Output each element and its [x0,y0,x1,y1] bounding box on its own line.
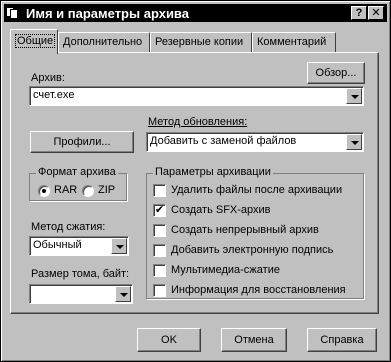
delete-files-label[interactable]: Удалить файлы после архивации [171,184,342,196]
archive-options-title: Параметры архивации [153,166,273,178]
archive-name-value: счет.exe [33,89,75,101]
solid-archive-checkbox[interactable] [153,224,166,237]
help-title-button[interactable]: ? [351,6,367,20]
tab-advanced-label: Дополнительно [63,36,143,48]
tab-general[interactable]: Общие [10,29,58,54]
archive-app-icon [6,6,22,20]
profiles-button[interactable]: Профили... [30,131,134,153]
compression-label: Метод сжатия: [31,221,106,233]
general-tab-panel: Обзор... Архив: счет.exe Профили... Мето… [10,52,379,314]
volume-size-label: Размер тома, байт: [31,268,130,280]
tab-advanced[interactable]: Дополнительно [58,32,150,52]
format-rar-radio[interactable] [38,185,50,197]
tab-comment[interactable]: Комментарий [252,32,336,52]
tab-backup[interactable]: Резервные копии [150,32,252,52]
solid-archive-label[interactable]: Создать непрерывный архив [171,224,319,236]
create-sfx-label[interactable]: Создать SFX-архив [171,204,271,216]
format-zip-label: ZIP [98,184,116,196]
update-method-value: Добавить с заменой файлов [150,135,297,147]
cancel-button[interactable]: Отмена [221,328,287,352]
compression-value: Обычный [33,239,82,251]
chevron-down-icon[interactable] [346,88,362,104]
title-bar[interactable]: Имя и параметры архива ? ✕ [4,4,387,22]
delete-files-checkbox[interactable] [153,184,166,197]
window-title: Имя и параметры архива [26,5,189,21]
archive-dialog: Имя и параметры архива ? ✕ Общие Дополни… [0,0,391,362]
tab-general-label: Общие [15,34,56,48]
tab-comment-label: Комментарий [257,36,327,48]
close-icon[interactable]: ✕ [368,6,384,20]
multimedia-label[interactable]: Мультимедиа-сжатие [171,264,280,276]
tab-backup-label: Резервные копии [155,36,244,48]
digital-signature-label[interactable]: Добавить электронную подпись [171,244,333,256]
archive-format-group: Формат архива RAR ZIP [29,166,127,201]
chevron-down-icon[interactable] [111,238,127,254]
update-method-label: Метод обновления: [148,116,248,128]
recovery-record-label[interactable]: Информация для восстановления [171,284,346,296]
digital-signature-checkbox[interactable] [153,244,166,257]
volume-size-combo[interactable] [29,284,133,304]
recovery-record-checkbox[interactable] [153,284,166,297]
multimedia-checkbox[interactable] [153,264,166,277]
archive-options-group: Параметры архивации Удалить файлы после … [146,166,364,299]
create-sfx-checkbox[interactable]: ✔ [153,204,166,217]
browse-button[interactable]: Обзор... [307,62,365,84]
archive-format-title: Формат архива [36,166,118,178]
help-button[interactable]: Справка [307,328,377,352]
compression-combo[interactable]: Обычный [29,236,129,256]
ok-button[interactable]: OK [137,328,201,352]
update-method-combo[interactable]: Добавить с заменой файлов [146,132,364,152]
format-zip-radio[interactable] [82,185,94,197]
format-rar-label: RAR [54,184,78,196]
chevron-down-icon[interactable] [346,134,362,150]
chevron-down-icon[interactable] [115,286,131,302]
archive-label: Архив: [31,72,65,84]
archive-name-combo[interactable]: счет.exe [29,86,364,106]
